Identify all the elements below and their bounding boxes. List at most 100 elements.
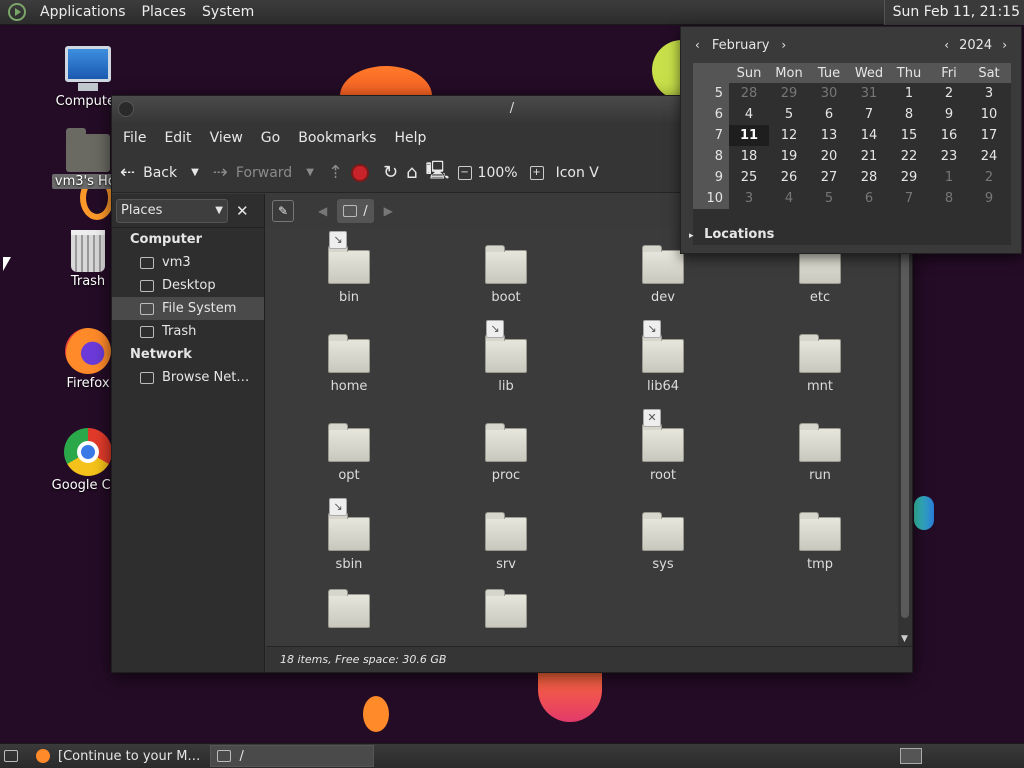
calendar-day[interactable]: 26 [769, 167, 809, 188]
file-item[interactable]: ↘ lib [446, 320, 566, 394]
menu-logo-icon[interactable] [8, 3, 26, 21]
calendar-day[interactable]: 2 [929, 83, 969, 104]
scrollbar-thumb[interactable] [901, 228, 909, 618]
file-item[interactable]: proc [446, 423, 566, 483]
calendar-day[interactable]: 29 [889, 167, 929, 188]
file-item[interactable]: opt [289, 423, 409, 483]
calendar-day[interactable]: 21 [849, 146, 889, 167]
calendar-day[interactable]: 15 [889, 125, 929, 146]
close-icon[interactable]: ✕ [236, 202, 249, 220]
workspace-switcher[interactable] [900, 748, 922, 764]
prev-year-icon[interactable]: ‹ [938, 38, 955, 52]
file-item[interactable]: etc [760, 245, 880, 305]
sidebar-item-file-system[interactable]: File System [112, 297, 264, 320]
calendar-day[interactable]: 2 [969, 167, 1009, 188]
back-history-dropdown-icon[interactable]: ▼ [191, 167, 199, 178]
calendar-day[interactable]: 28 [849, 167, 889, 188]
calendar-day[interactable]: 7 [889, 188, 929, 209]
view-mode-select[interactable]: Icon V [556, 165, 599, 181]
calendar-day-today[interactable]: 11 [729, 125, 769, 146]
zoom-control[interactable]: − 100% + Icon V [457, 165, 599, 181]
calendar-day[interactable]: 9 [929, 104, 969, 125]
file-item[interactable]: tmp [760, 512, 880, 572]
breadcrumb[interactable]: / [337, 199, 374, 223]
file-item[interactable]: dev [603, 245, 723, 305]
calendar-day[interactable]: 8 [929, 188, 969, 209]
sidebar-pane-select[interactable]: Places ▼ [116, 198, 228, 223]
calendar-day[interactable]: 10 [969, 104, 1009, 125]
calendar-day[interactable]: 1 [929, 167, 969, 188]
file-item[interactable]: ↘ sbin [289, 498, 409, 572]
calendar-locations[interactable]: ▸ Locations [689, 227, 774, 242]
zoom-out-icon[interactable]: − [457, 165, 472, 180]
menu-bookmarks[interactable]: Bookmarks [289, 130, 385, 146]
calendar-day[interactable]: 20 [809, 146, 849, 167]
calendar-day[interactable]: 23 [929, 146, 969, 167]
calendar-day[interactable]: 30 [809, 83, 849, 104]
calendar-day[interactable]: 16 [929, 125, 969, 146]
edit-location-icon[interactable]: ✎ [272, 200, 294, 222]
computer-icon[interactable]: 🖳 [426, 158, 450, 188]
calendar-day[interactable]: 9 [969, 188, 1009, 209]
calendar-day[interactable]: 4 [769, 188, 809, 209]
sidebar-item-desktop[interactable]: Desktop [112, 274, 264, 297]
calendar-day[interactable]: 29 [769, 83, 809, 104]
calendar-day[interactable]: 24 [969, 146, 1009, 167]
calendar-day[interactable]: 4 [729, 104, 769, 125]
calendar-day[interactable]: 12 [769, 125, 809, 146]
crumb-right-arrow-icon[interactable]: ▶ [384, 204, 393, 218]
file-item[interactable]: ↘ bin [289, 231, 409, 305]
prev-month-icon[interactable]: ‹ [689, 38, 706, 52]
file-item[interactable]: mnt [760, 334, 880, 394]
forward-button[interactable]: ⇢ Forward ▼ [213, 162, 314, 183]
calendar-day[interactable]: 3 [729, 188, 769, 209]
calendar-day[interactable]: 8 [889, 104, 929, 125]
menu-edit[interactable]: Edit [155, 130, 200, 146]
calendar-day[interactable]: 14 [849, 125, 889, 146]
file-item[interactable]: ↘ lib64 [603, 320, 723, 394]
calendar-day[interactable]: 1 [889, 83, 929, 104]
calendar-day[interactable]: 18 [729, 146, 769, 167]
sidebar-item-browse-network[interactable]: Browse Net… [112, 366, 264, 389]
stop-button[interactable] [351, 163, 369, 182]
calendar-day[interactable]: 22 [889, 146, 929, 167]
calendar-day[interactable]: 17 [969, 125, 1009, 146]
calendar-day[interactable]: 3 [969, 83, 1009, 104]
zoom-in-icon[interactable]: + [529, 165, 544, 180]
file-item[interactable]: home [289, 334, 409, 394]
home-folder-icon[interactable]: ⌂ [406, 162, 417, 183]
forward-history-dropdown-icon[interactable]: ▼ [306, 167, 314, 178]
taskbar-item-firefox[interactable]: [Continue to your M… [30, 745, 206, 767]
file-item[interactable]: run [760, 423, 880, 483]
calendar-day[interactable]: 5 [769, 104, 809, 125]
calendar-day[interactable]: 19 [769, 146, 809, 167]
up-arrow-icon[interactable]: ⇡ [328, 162, 343, 183]
calendar-day[interactable]: 31 [849, 83, 889, 104]
taskbar-item-file-manager[interactable]: / [210, 745, 375, 767]
next-month-icon[interactable]: › [775, 38, 792, 52]
file-item[interactable]: srv [446, 512, 566, 572]
reload-icon[interactable]: ↻ [383, 162, 398, 183]
menu-file[interactable]: File [114, 130, 155, 146]
show-desktop-icon[interactable] [4, 750, 18, 762]
calendar-day[interactable]: 6 [849, 188, 889, 209]
calendar-day[interactable]: 25 [729, 167, 769, 188]
file-item[interactable] [289, 589, 409, 634]
menu-places[interactable]: Places [134, 0, 195, 25]
next-year-icon[interactable]: › [996, 38, 1013, 52]
calendar-day[interactable]: 27 [809, 167, 849, 188]
scroll-down-icon[interactable]: ▼ [901, 634, 908, 644]
crumb-left-arrow-icon[interactable]: ◀ [318, 204, 327, 218]
menu-go[interactable]: Go [252, 130, 289, 146]
back-button[interactable]: ⇠ Back ▼ [120, 162, 199, 183]
sidebar-item-vm3[interactable]: vm3 [112, 251, 264, 274]
menu-applications[interactable]: Applications [32, 0, 134, 25]
clock[interactable]: Sun Feb 11, 21:15 [883, 0, 1024, 25]
file-item[interactable]: sys [603, 512, 723, 572]
calendar-day[interactable]: 5 [809, 188, 849, 209]
file-item[interactable]: ✕ root [603, 409, 723, 483]
sidebar-item-trash[interactable]: Trash [112, 320, 264, 343]
file-item[interactable] [446, 589, 566, 634]
vertical-scrollbar[interactable]: ▼ [898, 228, 912, 646]
calendar-day[interactable]: 28 [729, 83, 769, 104]
